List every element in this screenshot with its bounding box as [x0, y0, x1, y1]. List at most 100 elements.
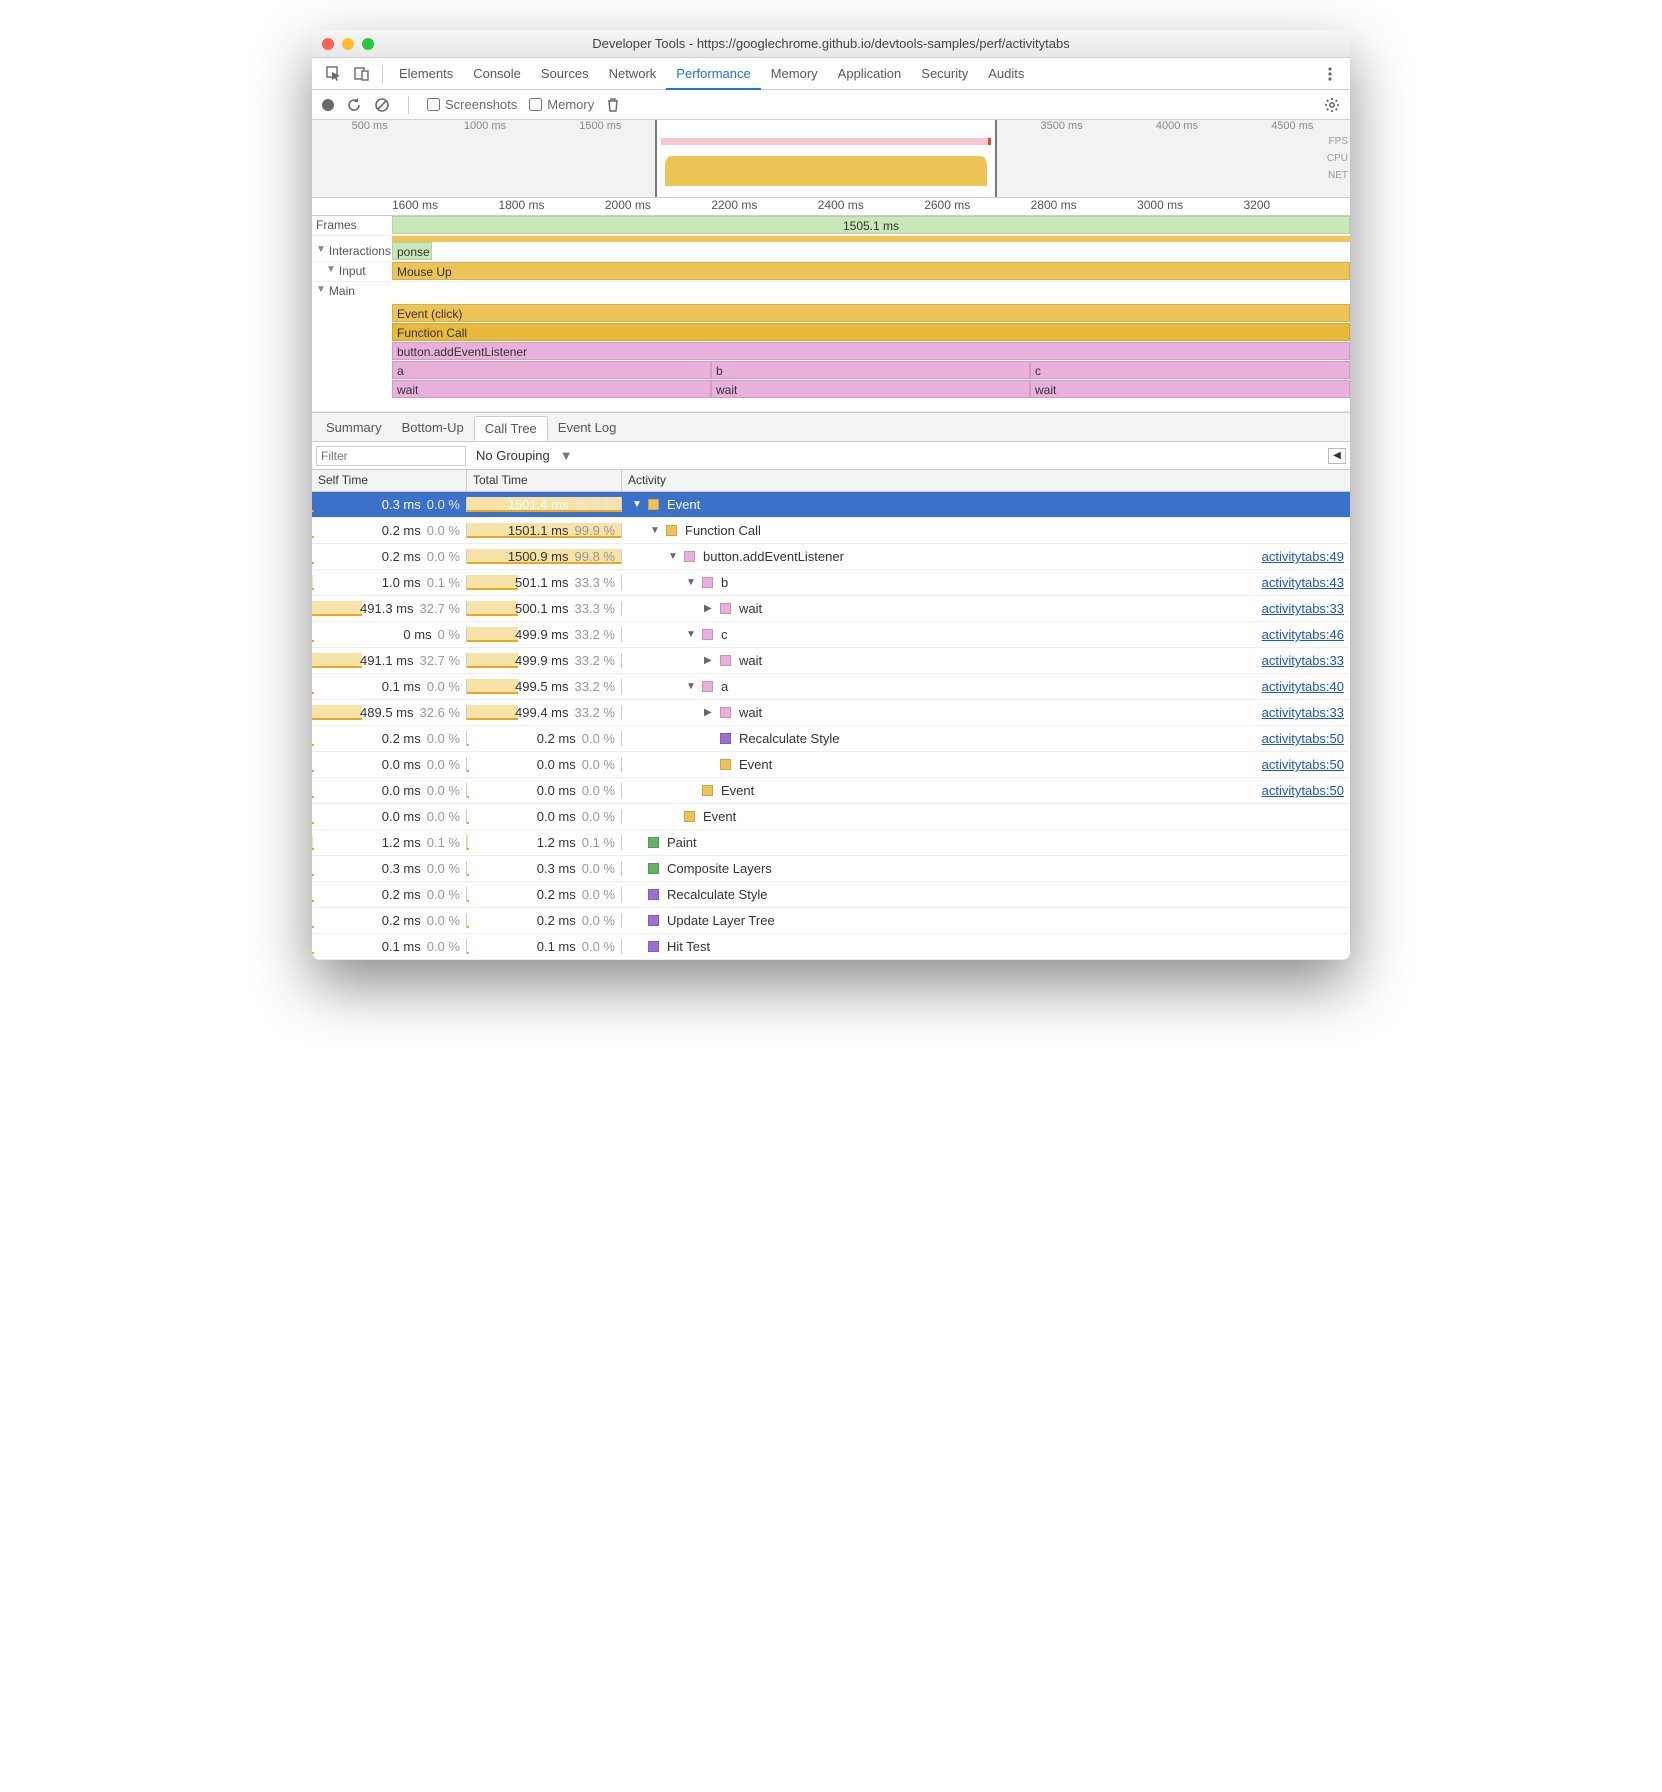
call-tree-row[interactable]: 0.3 ms0.0 %0.3 ms0.0 %Composite Layers: [312, 856, 1350, 882]
tab-performance[interactable]: Performance: [666, 58, 760, 90]
frame-bar[interactable]: 1505.1 ms: [392, 216, 1350, 234]
ruler-tick: 2200 ms: [711, 198, 817, 215]
col-self-time[interactable]: Self Time: [312, 470, 467, 491]
disclosure-triangle-icon[interactable]: ▶: [704, 707, 716, 718]
disclosure-triangle-icon[interactable]: ▶: [704, 603, 716, 614]
tab-elements[interactable]: Elements: [389, 58, 463, 90]
flame-bar[interactable]: wait: [392, 380, 711, 398]
call-tree-row[interactable]: 0.2 ms0.0 %0.2 ms0.0 %Update Layer Tree: [312, 908, 1350, 934]
activity-color-icon: [720, 759, 731, 770]
source-link[interactable]: activitytabs:50: [1262, 783, 1344, 798]
disclosure-triangle-icon[interactable]: ▼: [686, 629, 698, 640]
call-tree-row[interactable]: 1.2 ms0.1 %1.2 ms0.1 %Paint: [312, 830, 1350, 856]
call-tree-row[interactable]: 0.2 ms0.0 %1500.9 ms99.8 %▼button.addEve…: [312, 544, 1350, 570]
zoom-window-button[interactable]: [362, 38, 374, 50]
tab-audits[interactable]: Audits: [978, 58, 1034, 90]
activity-name: button.addEventListener: [703, 549, 844, 564]
flame-bar[interactable]: button.addEventListener: [392, 342, 1350, 360]
call-tree-row[interactable]: 1.0 ms0.1 %501.1 ms33.3 %▼bactivitytabs:…: [312, 570, 1350, 596]
tab-application[interactable]: Application: [828, 58, 912, 90]
source-link[interactable]: activitytabs:40: [1262, 679, 1344, 694]
call-tree-row[interactable]: 491.3 ms32.7 %500.1 ms33.3 %▶waitactivit…: [312, 596, 1350, 622]
disclosure-triangle-icon[interactable]: ▼: [316, 244, 326, 255]
filter-input[interactable]: [316, 446, 466, 466]
settings-icon[interactable]: [1324, 97, 1340, 113]
source-link[interactable]: activitytabs:46: [1262, 627, 1344, 642]
heaviest-stack-toggle[interactable]: ◀: [1328, 448, 1346, 464]
source-link[interactable]: activitytabs:33: [1262, 653, 1344, 668]
call-tree-row[interactable]: 0.1 ms0.0 %0.1 ms0.0 %Hit Test: [312, 934, 1350, 960]
detail-ruler[interactable]: 1600 ms1800 ms2000 ms2200 ms2400 ms2600 …: [312, 198, 1350, 216]
call-tree-table: 0.3 ms0.0 %1501.4 ms99.9 %▼Event0.2 ms0.…: [312, 492, 1350, 960]
interaction-badge: ponse: [392, 242, 432, 260]
call-tree-row[interactable]: 0.2 ms0.0 %0.2 ms0.0 %Recalculate Stylea…: [312, 726, 1350, 752]
flame-bar[interactable]: Function Call: [392, 323, 1350, 341]
call-tree-row[interactable]: 489.5 ms32.6 %499.4 ms33.2 %▶waitactivit…: [312, 700, 1350, 726]
disclosure-triangle-icon[interactable]: ▶: [704, 655, 716, 666]
call-tree-row[interactable]: 0.0 ms0.0 %0.0 ms0.0 %Event: [312, 804, 1350, 830]
overview-tick: 1500 ms: [543, 120, 658, 136]
source-link[interactable]: activitytabs:50: [1262, 731, 1344, 746]
subtab-event-log[interactable]: Event Log: [548, 416, 627, 439]
disclosure-triangle-icon[interactable]: ▼: [668, 551, 680, 562]
disclosure-triangle-icon[interactable]: ▼: [326, 264, 336, 275]
device-toolbar-icon[interactable]: [348, 60, 376, 88]
tab-sources[interactable]: Sources: [531, 58, 599, 90]
devtools-window: Developer Tools - https://googlechrome.g…: [312, 30, 1350, 960]
overview-lane-label: NET: [1327, 170, 1348, 181]
input-label: Input: [339, 264, 366, 278]
col-total-time[interactable]: Total Time: [467, 470, 622, 491]
tab-network[interactable]: Network: [599, 58, 667, 90]
call-tree-row[interactable]: 0.2 ms0.0 %1501.1 ms99.9 %▼Function Call: [312, 518, 1350, 544]
activity-color-icon: [702, 681, 713, 692]
clear-button[interactable]: [374, 97, 390, 113]
call-tree-row[interactable]: 0.2 ms0.0 %0.2 ms0.0 %Recalculate Style: [312, 882, 1350, 908]
tab-memory[interactable]: Memory: [761, 58, 828, 90]
minimize-window-button[interactable]: [342, 38, 354, 50]
flame-bar[interactable]: wait: [711, 380, 1030, 398]
call-tree-row[interactable]: 491.1 ms32.7 %499.9 ms33.2 %▶waitactivit…: [312, 648, 1350, 674]
flame-bar[interactable]: c: [1030, 361, 1350, 379]
call-tree-row[interactable]: 0.1 ms0.0 %499.5 ms33.2 %▼aactivitytabs:…: [312, 674, 1350, 700]
memory-checkbox[interactable]: Memory: [529, 97, 594, 112]
tab-console[interactable]: Console: [463, 58, 531, 90]
flame-bar[interactable]: a: [392, 361, 711, 379]
flame-bar[interactable]: b: [711, 361, 1030, 379]
source-link[interactable]: activitytabs:33: [1262, 705, 1344, 720]
call-tree-row[interactable]: 0.0 ms0.0 %0.0 ms0.0 %Eventactivitytabs:…: [312, 752, 1350, 778]
more-menu-icon[interactable]: [1318, 66, 1342, 82]
dropdown-icon[interactable]: ▼: [560, 448, 573, 463]
disclosure-triangle-icon[interactable]: ▼: [650, 525, 662, 536]
tab-security[interactable]: Security: [911, 58, 978, 90]
reload-button[interactable]: [346, 97, 362, 113]
call-tree-row[interactable]: 0.0 ms0.0 %0.0 ms0.0 %Eventactivitytabs:…: [312, 778, 1350, 804]
overview-lane-label: CPU: [1327, 153, 1348, 164]
source-link[interactable]: activitytabs:50: [1262, 757, 1344, 772]
record-button[interactable]: [322, 99, 334, 111]
source-link[interactable]: activitytabs:49: [1262, 549, 1344, 564]
col-activity[interactable]: Activity: [622, 470, 1350, 491]
ruler-tick: 1600 ms: [392, 198, 498, 215]
call-tree-row[interactable]: 0.3 ms0.0 %1501.4 ms99.9 %▼Event: [312, 492, 1350, 518]
close-window-button[interactable]: [322, 38, 334, 50]
flame-bar[interactable]: wait: [1030, 380, 1350, 398]
disclosure-triangle-icon[interactable]: ▼: [316, 284, 326, 295]
disclosure-triangle-icon[interactable]: ▼: [632, 499, 644, 510]
call-tree-row[interactable]: 0 ms0 %499.9 ms33.2 %▼cactivitytabs:46: [312, 622, 1350, 648]
overview-selection[interactable]: [655, 120, 998, 197]
source-link[interactable]: activitytabs:43: [1262, 575, 1344, 590]
inspect-icon[interactable]: [320, 60, 348, 88]
subtab-bottom-up[interactable]: Bottom-Up: [392, 416, 474, 439]
flame-bar[interactable]: Event (click): [392, 304, 1350, 322]
grouping-select[interactable]: No Grouping: [476, 448, 550, 463]
subtab-summary[interactable]: Summary: [316, 416, 392, 439]
screenshots-checkbox[interactable]: Screenshots: [427, 97, 517, 112]
overview-timeline[interactable]: 500 ms1000 ms1500 ms2000 ms2500 ms3000 m…: [312, 120, 1350, 198]
disclosure-triangle-icon[interactable]: ▼: [686, 577, 698, 588]
subtab-call-tree[interactable]: Call Tree: [474, 416, 548, 441]
source-link[interactable]: activitytabs:33: [1262, 601, 1344, 616]
garbage-collect-icon[interactable]: [606, 97, 620, 113]
overview-tick: 4500 ms: [1235, 120, 1350, 136]
disclosure-triangle-icon[interactable]: ▼: [686, 681, 698, 692]
input-bar[interactable]: Mouse Up: [392, 262, 1350, 280]
